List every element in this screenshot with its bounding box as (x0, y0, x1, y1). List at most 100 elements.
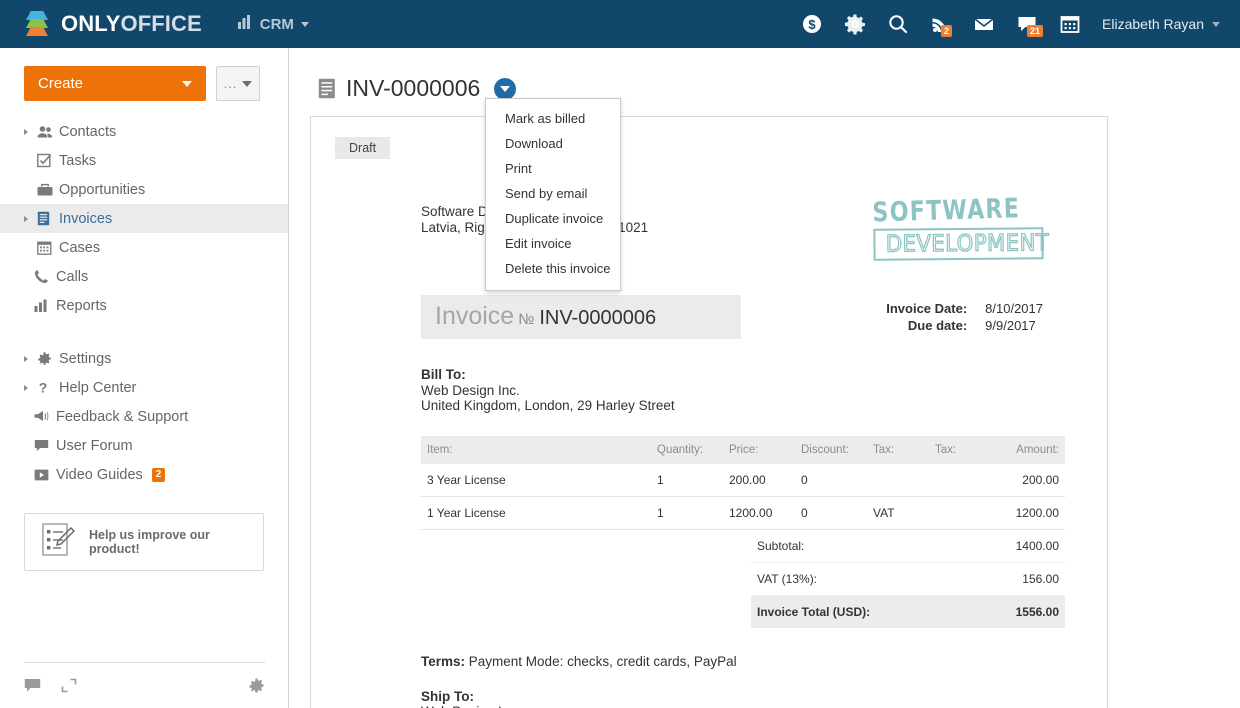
menu-item-print[interactable]: Print (486, 156, 620, 181)
payments-icon[interactable]: $ (801, 13, 823, 35)
module-label: CRM (260, 16, 294, 33)
user-menu[interactable]: Elizabeth Rayan (1102, 16, 1220, 32)
invoice-word: Invoice (435, 302, 514, 330)
expand-arrow-icon[interactable] (24, 385, 34, 391)
video-guides-badge: 2 (152, 468, 166, 482)
vat-label: VAT (13%): (751, 562, 969, 595)
sidebar-item-label: Cases (59, 240, 100, 256)
menu-item-edit-invoice[interactable]: Edit invoice (486, 231, 620, 256)
col-discount: Discount: (795, 436, 867, 464)
chat-icon[interactable]: 21 (1016, 13, 1038, 35)
gear-icon[interactable] (248, 677, 265, 694)
more-actions-button[interactable]: ... (216, 66, 260, 101)
invoice-actions-menu: Mark as billed Download Print Send by em… (485, 98, 621, 291)
bill-to-address: United Kingdom, London, 29 Harley Street (421, 398, 1083, 414)
sidebar-item-label: Video Guides (56, 467, 143, 483)
totals-row-subtotal: Subtotal: 1400.00 (751, 530, 1065, 563)
sidebar-item-reports[interactable]: Reports (0, 291, 288, 320)
cell-tax2 (929, 496, 991, 529)
totals-row-vat: VAT (13%): 156.00 (751, 562, 1065, 595)
menu-item-duplicate-invoice[interactable]: Duplicate invoice (486, 206, 620, 231)
table-row: 3 Year License 1 200.00 0 200.00 (421, 464, 1065, 497)
sidebar-item-settings[interactable]: Settings (0, 344, 288, 373)
onlyoffice-logo[interactable]: ONLYOFFICE (22, 11, 202, 37)
sidebar-item-invoices[interactable]: Invoices (0, 204, 288, 233)
survey-pencil-icon (41, 522, 75, 563)
cell-quantity: 1 (651, 464, 723, 497)
svg-text:?: ? (39, 380, 48, 395)
menu-item-delete-this-invoice[interactable]: Delete this invoice (486, 256, 620, 281)
settings-gear-icon[interactable] (844, 13, 866, 35)
feed-icon[interactable]: 2 (930, 13, 952, 35)
sidebar-item-opportunities[interactable]: Opportunities (0, 175, 288, 204)
crm-module-icon (238, 15, 253, 33)
bill-to-name: Web Design Inc. (421, 383, 1083, 399)
sidebar-item-label: User Forum (56, 438, 133, 454)
sidebar-item-calls[interactable]: Calls (0, 262, 288, 291)
sidebar-footer (24, 662, 265, 708)
page-title: INV-0000006 (346, 75, 480, 102)
cell-tax2 (929, 464, 991, 497)
search-icon[interactable] (887, 13, 909, 35)
expand-arrow-icon[interactable] (24, 129, 34, 135)
reports-icon (34, 299, 56, 312)
chevron-down-circle-icon (500, 86, 510, 92)
video-play-icon (34, 469, 56, 481)
logo-text: ONLYOFFICE (61, 11, 202, 37)
navbar-icons: $ 2 21 Elizabeth Rayan (801, 13, 1220, 35)
col-tax1: Tax: (867, 436, 929, 464)
sidebar-item-label: Tasks (59, 153, 96, 169)
sidebar-item-contacts[interactable]: Contacts (0, 117, 288, 146)
chat-badge: 21 (1027, 25, 1043, 37)
sidebar-item-video-guides[interactable]: Video Guides 2 (0, 460, 288, 489)
cell-amount: 200.00 (991, 464, 1065, 497)
onlyoffice-logo-icon (22, 11, 52, 37)
settings-gear-icon (37, 351, 59, 366)
cell-amount: 1200.00 (991, 496, 1065, 529)
menu-item-mark-as-billed[interactable]: Mark as billed (486, 106, 620, 131)
chat-bubble-icon[interactable] (24, 678, 41, 693)
cell-quantity: 1 (651, 496, 723, 529)
page-header: INV-0000006 (290, 48, 1240, 102)
sidebar-action-buttons: Create ... (0, 48, 288, 101)
sidebar-item-tasks[interactable]: Tasks (0, 146, 288, 175)
chevron-down-icon (301, 22, 309, 27)
expand-arrow-icon[interactable] (24, 356, 34, 362)
module-switcher-crm[interactable]: CRM (238, 15, 309, 33)
sidebar-item-label: Feedback & Support (56, 409, 188, 425)
nav-divider-space (0, 320, 288, 344)
feed-badge: 2 (941, 25, 952, 37)
invoice-actions-dropdown-button[interactable] (494, 78, 516, 100)
sidebar-item-label: Settings (59, 351, 111, 367)
sidebar-item-help-center[interactable]: ? Help Center (0, 373, 288, 402)
create-button[interactable]: Create (24, 66, 206, 101)
subtotal-value: 1400.00 (969, 530, 1065, 563)
improve-product-label: Help us improve our product! (89, 528, 263, 556)
invoice-dates: Invoice Date: 8/10/2017 Due date: 9/9/20… (886, 300, 1043, 334)
ellipsis-icon: ... (224, 80, 238, 88)
col-price: Price: (723, 436, 795, 464)
sidebar-item-feedback-support[interactable]: Feedback & Support (0, 402, 288, 431)
invoice-title-row: Invoice№INV-0000006 Invoice Date: 8/10/2… (421, 295, 1083, 339)
col-item: Item: (421, 436, 651, 464)
expand-icon[interactable] (61, 678, 77, 693)
ship-to-name: Web Design Inc. (421, 704, 1083, 708)
company-logo: SOFTWARE DEVELOPMENT (872, 192, 1044, 262)
mail-icon[interactable] (973, 13, 995, 35)
expand-arrow-icon[interactable] (24, 216, 34, 222)
invoice-sheet: Draft Software Development Inc. Latvia, … (310, 116, 1108, 708)
sidebar-item-user-forum[interactable]: User Forum (0, 431, 288, 460)
invoice-number-bar: Invoice№INV-0000006 (421, 295, 741, 339)
sidebar-item-cases[interactable]: Cases (0, 233, 288, 262)
ship-to-label: Ship To: (421, 689, 474, 704)
logo-text-primary: ONLY (61, 11, 121, 36)
calendar-icon[interactable] (1059, 13, 1081, 35)
cases-icon (37, 241, 59, 255)
tasks-icon (37, 153, 59, 168)
chevron-down-icon (242, 81, 252, 87)
menu-item-send-by-email[interactable]: Send by email (486, 181, 620, 206)
menu-item-download[interactable]: Download (486, 131, 620, 156)
cell-price: 200.00 (723, 464, 795, 497)
improve-product-banner[interactable]: Help us improve our product! (24, 513, 264, 571)
top-navbar: ONLYOFFICE CRM $ 2 21 (0, 0, 1240, 48)
